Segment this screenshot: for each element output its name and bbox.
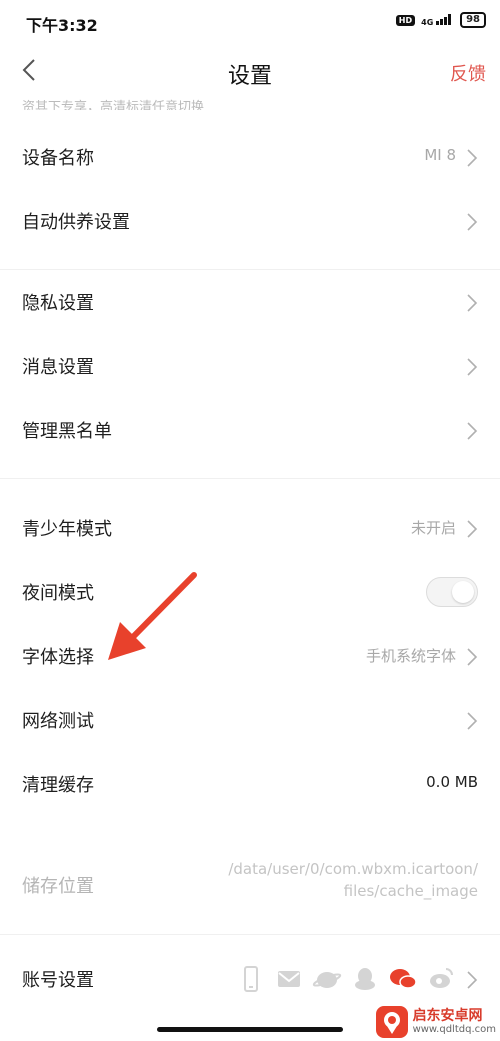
weibo-icon bbox=[312, 966, 342, 992]
row-account[interactable]: 账号设置 bbox=[0, 948, 500, 1012]
row-device-name[interactable]: 设备名称 MI 8 bbox=[0, 126, 500, 190]
storage-label: 储存位置 bbox=[22, 876, 94, 897]
row-youth-mode[interactable]: 青少年模式 未开启 bbox=[0, 497, 500, 561]
blacklist-label: 管理黑名单 bbox=[22, 421, 112, 442]
qq-icon bbox=[350, 966, 380, 992]
phone-icon bbox=[236, 966, 266, 992]
hd-icon: HD bbox=[395, 14, 416, 26]
watermark-url: www.qdltdq.com bbox=[412, 1024, 496, 1035]
device-name-value: MI 8 bbox=[424, 146, 456, 164]
clear-cache-label: 清理缓存 bbox=[22, 775, 94, 796]
storage-path: /data/user/0/com.wbxm.icartoon/ files/ca… bbox=[198, 858, 478, 902]
toggle-knob bbox=[452, 581, 474, 603]
partial-text: 资其下专享，高清标清任意切换 bbox=[22, 100, 205, 110]
row-blacklist[interactable]: 管理黑名单 bbox=[0, 399, 500, 463]
storage-path-line2: files/cache_image bbox=[343, 882, 478, 900]
battery-icon: 98 bbox=[460, 12, 486, 28]
storage-path-line1: /data/user/0/com.wbxm.icartoon/ bbox=[228, 860, 478, 878]
watermark-name: 启东安卓网 bbox=[412, 1008, 483, 1024]
nav-bar: 设置 反馈 bbox=[0, 44, 500, 100]
section-divider bbox=[0, 934, 500, 935]
youth-mode-value: 未开启 bbox=[410, 519, 456, 537]
auto-care-label: 自动供养设置 bbox=[22, 212, 130, 233]
row-auto-care[interactable]: 自动供养设置 bbox=[0, 190, 500, 254]
chevron-right-icon bbox=[467, 712, 478, 730]
watermark: 启东安卓网 www.qdltdq.com bbox=[375, 1005, 496, 1039]
section-divider bbox=[0, 269, 500, 270]
chevron-right-icon bbox=[467, 149, 478, 167]
device-name-label: 设备名称 bbox=[22, 148, 94, 169]
network-test-label: 网络测试 bbox=[22, 711, 94, 732]
row-storage: 储存位置 /data/user/0/com.wbxm.icartoon/ fil… bbox=[0, 848, 500, 928]
row-night-mode: 夜间模式 bbox=[0, 561, 500, 625]
cache-size-value: 0.0 MB bbox=[426, 773, 478, 791]
watermark-logo-icon bbox=[375, 1006, 408, 1038]
feedback-button[interactable]: 反馈 bbox=[450, 60, 486, 86]
row-font[interactable]: 字体选择 手机系统字体 bbox=[0, 625, 500, 689]
row-clear-cache[interactable]: 清理缓存 0.0 MB bbox=[0, 753, 500, 817]
privacy-label: 隐私设置 bbox=[22, 293, 94, 314]
section-divider bbox=[0, 478, 500, 479]
row-network-test[interactable]: 网络测试 bbox=[0, 689, 500, 753]
row-messages[interactable]: 消息设置 bbox=[0, 335, 500, 399]
messages-label: 消息设置 bbox=[22, 357, 94, 378]
status-bar: 下午3:32 HD 4G 98 bbox=[0, 0, 500, 44]
night-mode-toggle[interactable] bbox=[426, 577, 478, 607]
chevron-right-icon bbox=[467, 213, 478, 231]
page-title: 设置 bbox=[227, 64, 272, 89]
chevron-right-icon bbox=[467, 294, 478, 312]
font-value: 手机系统字体 bbox=[365, 647, 456, 665]
signal-icon: 4G bbox=[421, 13, 454, 27]
chevron-right-icon bbox=[467, 422, 478, 440]
wechat-icon bbox=[388, 966, 418, 992]
status-time: 下午3:32 bbox=[26, 16, 98, 35]
chevron-right-icon bbox=[467, 358, 478, 376]
status-icons: HD 4G 98 bbox=[395, 12, 486, 28]
row-privacy[interactable]: 隐私设置 bbox=[0, 271, 500, 335]
home-indicator[interactable] bbox=[157, 1027, 343, 1032]
account-label: 账号设置 bbox=[22, 970, 94, 991]
chevron-right-icon bbox=[467, 648, 478, 666]
font-label: 字体选择 bbox=[22, 647, 94, 668]
account-binding-icons bbox=[236, 966, 456, 992]
night-mode-label: 夜间模式 bbox=[22, 583, 94, 604]
chevron-right-icon bbox=[467, 520, 478, 538]
network-type: 4G bbox=[421, 18, 434, 27]
weibo-alt-icon bbox=[426, 966, 456, 992]
mail-icon bbox=[274, 966, 304, 992]
youth-mode-label: 青少年模式 bbox=[22, 519, 112, 540]
chevron-right-icon bbox=[467, 971, 478, 989]
